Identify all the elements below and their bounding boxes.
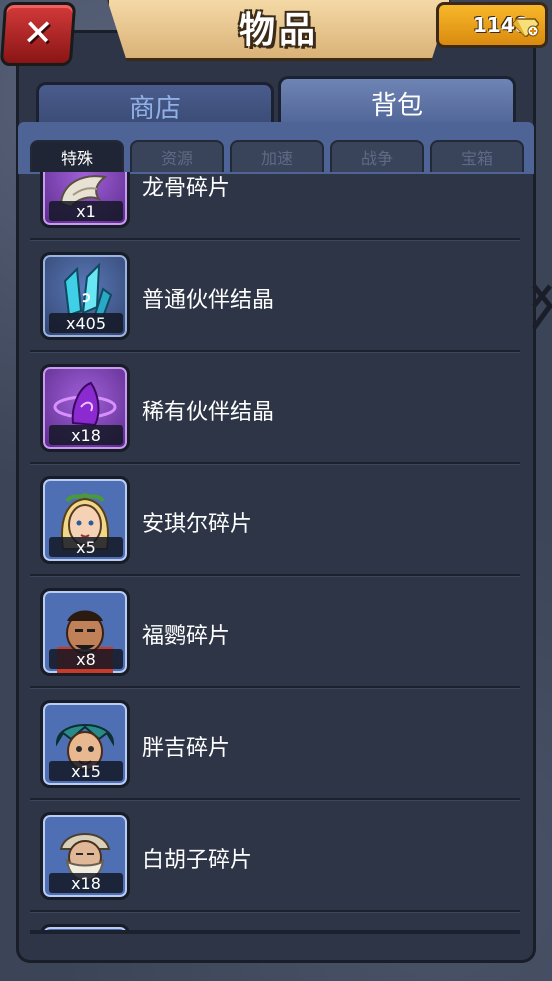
item-slot: x5 bbox=[40, 476, 130, 564]
item-count: x15 bbox=[49, 761, 123, 781]
item-name: 安琪尔碎片 bbox=[142, 512, 253, 537]
subtab-speedup[interactable]: 加速 bbox=[230, 140, 324, 172]
close-button[interactable]: ✕ bbox=[0, 2, 77, 66]
subtab-chest[interactable]: 宝箱 bbox=[430, 140, 524, 172]
list-item-partial[interactable] bbox=[30, 910, 520, 932]
subtab-resources-label: 资源 bbox=[160, 149, 193, 168]
list-item[interactable]: x5 安琪尔碎片 bbox=[30, 462, 520, 576]
page-title: 物品 bbox=[238, 10, 319, 51]
subtab-war-label: 战争 bbox=[360, 149, 393, 168]
list-bottom-divider bbox=[30, 930, 520, 934]
item-count: x1 bbox=[49, 201, 123, 221]
item-slot: x405 bbox=[40, 252, 130, 340]
side-decoration-icon bbox=[531, 284, 552, 330]
item-name: 龙骨碎片 bbox=[142, 176, 231, 201]
list-item[interactable]: x1 龙骨碎片 bbox=[30, 172, 520, 240]
item-slot: x8 bbox=[40, 588, 130, 676]
tab-backpack[interactable]: 背包 bbox=[278, 76, 516, 128]
item-name: 福鹦碎片 bbox=[142, 624, 231, 649]
title-banner: 物品 bbox=[106, 0, 452, 61]
list-item[interactable]: x8 福鹦碎片 bbox=[30, 574, 520, 688]
tab-backpack-label: 背包 bbox=[370, 91, 423, 121]
item-name: 稀有伙伴结晶 bbox=[142, 400, 275, 425]
item-slot: x15 bbox=[40, 700, 130, 788]
list-item[interactable]: x18 稀有伙伴结晶 bbox=[30, 350, 520, 464]
subtab-special-label: 特殊 bbox=[60, 149, 93, 168]
item-count: x405 bbox=[49, 313, 123, 333]
subtab-speedup-label: 加速 bbox=[260, 149, 293, 168]
list-item[interactable]: x15 胖吉碎片 bbox=[30, 686, 520, 800]
item-slot: x18 bbox=[40, 812, 130, 900]
gem-counter-button[interactable]: 1148 bbox=[436, 2, 548, 48]
item-slot: x1 bbox=[40, 172, 130, 228]
item-name: 胖吉碎片 bbox=[142, 736, 231, 761]
item-count: x8 bbox=[49, 649, 123, 669]
item-name: 白胡子碎片 bbox=[142, 848, 253, 873]
subtab-special[interactable]: 特殊 bbox=[30, 140, 124, 172]
close-icon: ✕ bbox=[21, 13, 55, 54]
list-item[interactable]: x405 普通伙伴结晶 bbox=[30, 238, 520, 352]
item-slot: x18 bbox=[40, 364, 130, 452]
subtab-war[interactable]: 战争 bbox=[330, 140, 424, 172]
item-list[interactable]: x1 龙骨碎片 x405 普通伙伴结晶 x18 稀有伙伴结晶 x5 安琪尔碎片 … bbox=[30, 172, 520, 932]
item-count: x18 bbox=[49, 425, 123, 445]
item-count: x18 bbox=[49, 873, 123, 893]
tab-shop-label: 商店 bbox=[128, 94, 181, 124]
subtab-resources[interactable]: 资源 bbox=[130, 140, 224, 172]
item-name: 普通伙伴结晶 bbox=[142, 288, 275, 313]
main-tabs: 商店 背包 bbox=[36, 76, 516, 128]
subtab-chest-label: 宝箱 bbox=[460, 149, 493, 168]
diamond-plus-icon bbox=[513, 18, 539, 37]
list-item[interactable]: x18 白胡子碎片 bbox=[30, 798, 520, 912]
item-count: x5 bbox=[49, 537, 123, 557]
